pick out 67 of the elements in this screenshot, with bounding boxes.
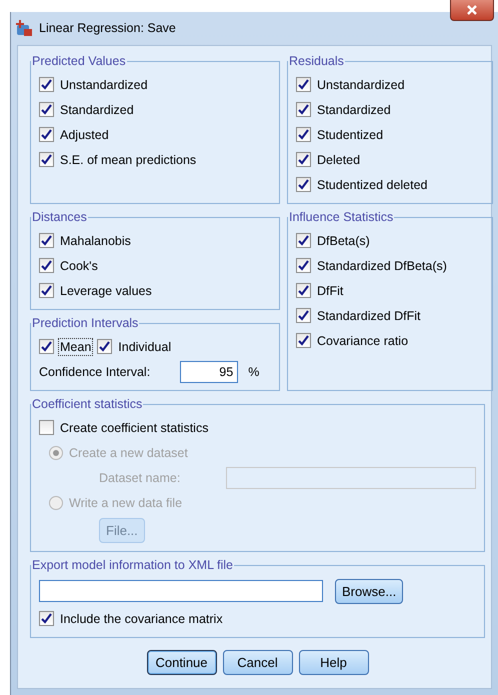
checkbox[interactable] — [39, 102, 54, 117]
checkbox-label: Mean — [60, 340, 92, 354]
checkbox[interactable] — [296, 152, 311, 167]
checkbox-label: Studentized deleted — [317, 178, 428, 192]
checkbox[interactable] — [39, 283, 54, 298]
browse-button[interactable]: Browse... — [335, 578, 404, 604]
checkbox[interactable] — [296, 258, 311, 273]
close-button[interactable] — [450, 0, 494, 21]
checkbox[interactable] — [296, 177, 311, 192]
group-title: Residuals — [288, 54, 345, 68]
checkbox-label: Covariance ratio — [317, 334, 408, 348]
checkbox-label: Create coefficient statistics — [60, 420, 208, 434]
checkbox-label: Mahalanobis — [60, 234, 131, 248]
dialog-button[interactable]: Continue — [146, 650, 216, 675]
checkbox-label: Unstandardized — [317, 78, 405, 92]
checkbox[interactable] — [296, 308, 311, 323]
dataset-name-field[interactable] — [226, 466, 476, 488]
xml-file-field[interactable] — [39, 580, 323, 602]
checkbox[interactable] — [296, 333, 311, 348]
checkbox-label: Cook's — [60, 258, 98, 272]
checkbox[interactable] — [296, 233, 311, 248]
checkbox-label: Deleted — [317, 152, 360, 166]
dialog-button[interactable]: Cancel — [222, 650, 292, 675]
dialog-button[interactable]: Help — [298, 650, 368, 675]
group-title: Influence Statistics — [288, 210, 394, 224]
checkbox[interactable] — [296, 283, 311, 298]
group-title: Export model information to XML file — [31, 558, 234, 572]
checkbox[interactable] — [97, 339, 112, 354]
checkbox-label: Individual — [118, 340, 172, 354]
confidence-label: Confidence Interval: — [39, 364, 150, 378]
group-title: Predicted Values — [31, 54, 127, 68]
checkbox[interactable] — [39, 339, 54, 354]
checkbox[interactable] — [39, 127, 54, 142]
close-icon — [467, 5, 477, 15]
group-title: Coefficient statistics — [31, 397, 144, 411]
checkbox[interactable] — [39, 420, 54, 435]
window-title: Linear Regression: Save — [39, 20, 176, 34]
checkbox[interactable] — [296, 127, 311, 142]
radio-label: Create a new dataset — [69, 446, 188, 460]
checkbox-label: Leverage values — [60, 284, 152, 298]
checkbox[interactable] — [296, 102, 311, 117]
radio-label: Write a new data file — [69, 496, 182, 510]
checkbox-label: Standardized — [60, 102, 134, 116]
checkbox-label: Standardized DfBeta(s) — [317, 258, 447, 272]
checkbox[interactable] — [39, 152, 54, 167]
checkbox-label: Include the covariance matrix — [60, 612, 223, 626]
app-icon — [15, 18, 33, 36]
checkbox-label: Standardized DfFit — [317, 308, 421, 322]
checkbox[interactable] — [39, 77, 54, 92]
radio-button[interactable] — [49, 496, 63, 510]
dataset-name-label: Dataset name: — [99, 470, 182, 484]
checkbox-label: DfBeta(s) — [317, 234, 370, 248]
checkbox[interactable] — [39, 611, 54, 626]
unit-label: % — [248, 364, 260, 378]
checkbox-label: DfFit — [317, 284, 344, 298]
group-title: Distances — [31, 210, 88, 224]
confidence-field[interactable]: 95 — [180, 360, 238, 382]
checkbox-label: Unstandardized — [60, 78, 148, 92]
radio-button[interactable] — [49, 446, 63, 460]
checkbox-label: Adjusted — [60, 128, 109, 142]
checkbox[interactable] — [39, 233, 54, 248]
checkbox-label: S.E. of mean predictions — [60, 152, 196, 166]
group-title: Prediction Intervals — [31, 316, 140, 330]
checkbox-label: Standardized — [317, 102, 391, 116]
checkbox-label: Studentized — [317, 128, 384, 142]
checkbox[interactable] — [39, 258, 54, 273]
checkbox[interactable] — [296, 77, 311, 92]
